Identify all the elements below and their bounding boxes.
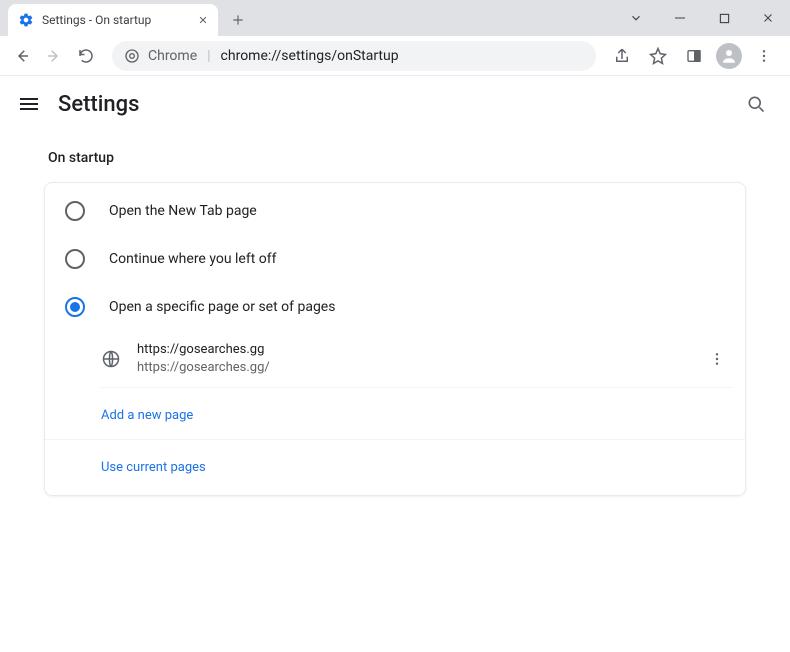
browser-tab[interactable]: Settings - On startup bbox=[8, 4, 218, 36]
bookmark-icon[interactable] bbox=[644, 42, 672, 70]
address-bar[interactable]: Chrome | chrome://settings/onStartup bbox=[112, 41, 596, 71]
more-actions-icon[interactable] bbox=[701, 343, 733, 375]
page-title-text: https://gosearches.gg bbox=[137, 341, 685, 359]
close-icon[interactable] bbox=[198, 15, 208, 25]
window-titlebar: Settings - On startup bbox=[0, 0, 790, 36]
close-window-button[interactable] bbox=[746, 3, 790, 33]
window-controls bbox=[614, 0, 790, 36]
toolbar-actions bbox=[608, 42, 782, 70]
browser-toolbar: Chrome | chrome://settings/onStartup bbox=[0, 36, 790, 76]
radio-option-specific[interactable]: Open a specific page or set of pages bbox=[45, 283, 745, 331]
settings-content: On startup Open the New Tab page Continu… bbox=[0, 150, 790, 496]
radio-label: Open a specific page or set of pages bbox=[109, 299, 335, 315]
section-title: On startup bbox=[48, 150, 746, 166]
new-tab-button[interactable] bbox=[224, 6, 252, 34]
hamburger-icon[interactable] bbox=[20, 98, 38, 110]
radio-label: Continue where you left off bbox=[109, 251, 277, 267]
radio-option-continue[interactable]: Continue where you left off bbox=[45, 235, 745, 283]
radio-icon bbox=[65, 249, 85, 269]
startup-pages-list: https://gosearches.gg https://gosearches… bbox=[101, 331, 733, 388]
use-current-link[interactable]: Use current pages bbox=[101, 460, 206, 475]
kebab-menu-icon[interactable] bbox=[750, 42, 778, 70]
use-current-row: Use current pages bbox=[45, 440, 745, 491]
settings-header: Settings bbox=[0, 76, 790, 132]
page-title: Settings bbox=[58, 92, 139, 117]
profile-avatar[interactable] bbox=[716, 43, 742, 69]
page-url-text: https://gosearches.gg/ bbox=[137, 359, 685, 377]
search-icon[interactable] bbox=[742, 90, 770, 118]
page-text: https://gosearches.gg https://gosearches… bbox=[137, 341, 685, 377]
url-separator: | bbox=[207, 48, 210, 64]
chevron-down-icon[interactable] bbox=[614, 3, 658, 33]
chrome-logo-icon bbox=[124, 48, 140, 64]
globe-icon bbox=[101, 349, 121, 369]
radio-icon bbox=[65, 297, 85, 317]
gear-icon bbox=[18, 12, 34, 28]
startup-page-row: https://gosearches.gg https://gosearches… bbox=[101, 331, 733, 388]
maximize-button[interactable] bbox=[702, 3, 746, 33]
radio-icon bbox=[65, 201, 85, 221]
reload-button[interactable] bbox=[72, 42, 100, 70]
url-path: chrome://settings/onStartup bbox=[221, 48, 399, 64]
forward-button[interactable] bbox=[40, 42, 68, 70]
radio-option-newtab[interactable]: Open the New Tab page bbox=[45, 187, 745, 235]
add-page-row: Add a new page bbox=[45, 388, 745, 440]
radio-label: Open the New Tab page bbox=[109, 203, 257, 219]
startup-card: Open the New Tab page Continue where you… bbox=[44, 182, 746, 496]
url-prefix: Chrome bbox=[148, 48, 197, 64]
tab-title: Settings - On startup bbox=[42, 13, 190, 27]
minimize-button[interactable] bbox=[658, 3, 702, 33]
back-button[interactable] bbox=[8, 42, 36, 70]
add-page-link[interactable]: Add a new page bbox=[101, 408, 193, 423]
sidepanel-icon[interactable] bbox=[680, 42, 708, 70]
share-icon[interactable] bbox=[608, 42, 636, 70]
